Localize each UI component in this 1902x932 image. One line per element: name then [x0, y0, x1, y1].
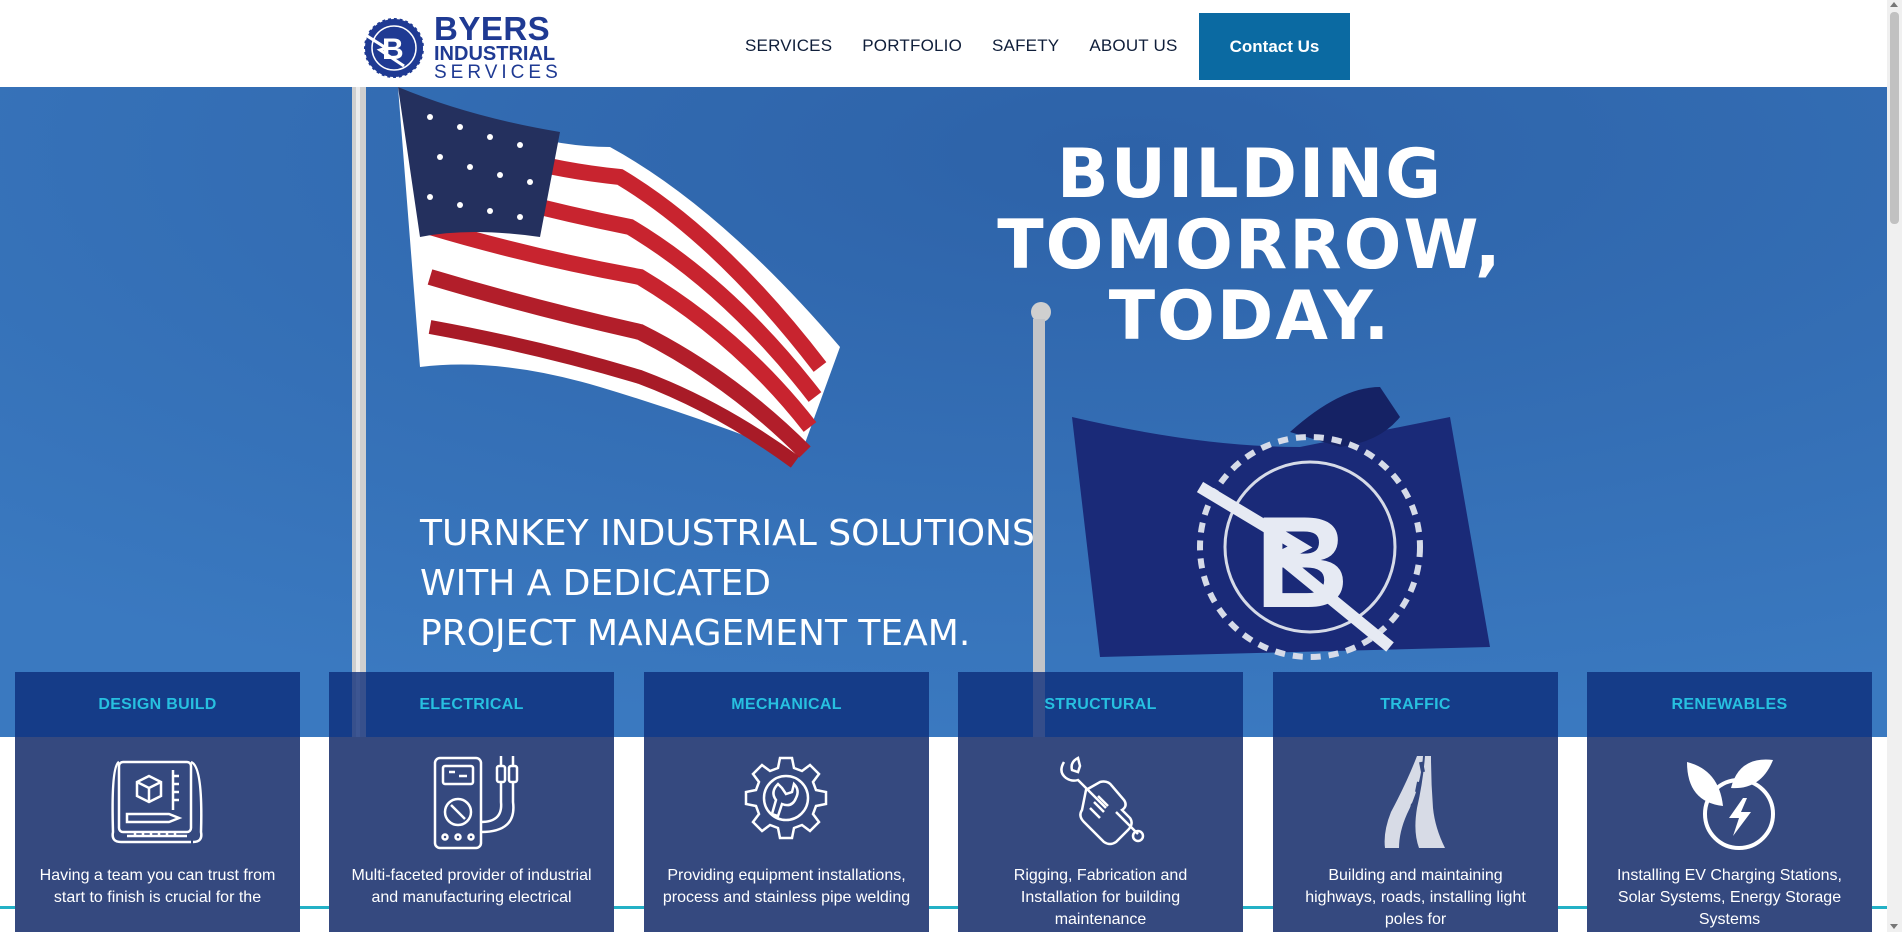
- service-card-title: TRAFFIC: [1273, 672, 1558, 737]
- brand-logo[interactable]: B BYERS INDUSTRIAL SERVICES: [360, 12, 562, 82]
- hand-wrench-icon: [1060, 756, 1145, 846]
- hero-headline: BUILDING TOMORROW, TODAY.: [990, 139, 1510, 352]
- service-card-traffic[interactable]: TRAFFIC Building and maintaining highway…: [1273, 672, 1558, 932]
- byers-logo-icon: B: [363, 17, 425, 79]
- brand-name-line1: BYERS: [434, 10, 551, 47]
- hero-sub-line2: WITH A DEDICATED: [420, 563, 772, 604]
- service-card-design-build[interactable]: DESIGN BUILD Having a team you can trust…: [15, 672, 300, 932]
- hero-headline-line1: BUILDING: [1056, 135, 1444, 214]
- service-card-renewables[interactable]: RENEWABLES Installing EV Charging Statio…: [1587, 672, 1872, 932]
- hero-headline-line3: TODAY.: [1108, 277, 1392, 356]
- brand-wordmark: BYERS INDUSTRIAL SERVICES: [434, 12, 562, 82]
- site-header: B BYERS INDUSTRIAL SERVICES SERVICES POR…: [0, 0, 1887, 87]
- hero-subheadline: TURNKEY INDUSTRIAL SOLUTIONS WITH A DEDI…: [420, 509, 1035, 659]
- gear-wrench-icon: [744, 756, 828, 840]
- scrollbar-thumb[interactable]: [1890, 12, 1899, 224]
- contact-us-button[interactable]: Contact Us: [1199, 13, 1350, 80]
- brand-name-line2: INDUSTRIAL: [434, 43, 556, 65]
- service-card-title: MECHANICAL: [644, 672, 929, 737]
- nav-about-us[interactable]: ABOUT US: [1089, 36, 1177, 56]
- service-card-mechanical[interactable]: MECHANICAL Providing equipment installat…: [644, 672, 929, 932]
- nav-services[interactable]: SERVICES: [745, 36, 832, 56]
- service-card-desc: Building and maintaining highways, roads…: [1305, 867, 1526, 928]
- service-card-electrical[interactable]: ELECTRICAL Multi-faceted provider of ind…: [329, 672, 614, 932]
- service-card-structural[interactable]: STRUCTURAL Rigging, Fabrication and Inst…: [958, 672, 1243, 932]
- brand-name-line3: SERVICES: [434, 62, 562, 83]
- scroll-up-arrow-icon[interactable]: [1890, 2, 1898, 7]
- road-icon: [1384, 756, 1445, 849]
- service-card-desc: Having a team you can trust from start t…: [39, 867, 276, 906]
- page-scrollbar[interactable]: [1887, 0, 1902, 932]
- service-card-title: DESIGN BUILD: [15, 672, 300, 737]
- hero-section: B BUILDING TOMORROW, TODAY. TURNKEY INDU…: [0, 87, 1887, 737]
- service-card-desc: Installing EV Charging Stations, Solar S…: [1616, 867, 1842, 928]
- service-card-desc: Rigging, Fabrication and Installation fo…: [1013, 867, 1188, 928]
- nav-portfolio[interactable]: PORTFOLIO: [862, 36, 962, 56]
- blueprint-icon: [111, 760, 203, 844]
- hero-headline-line2: TOMORROW,: [997, 206, 1503, 285]
- service-card-desc: Multi-faceted provider of industrial and…: [351, 867, 592, 906]
- service-card-title: STRUCTURAL: [958, 672, 1243, 737]
- svg-text:B: B: [1255, 489, 1349, 635]
- hero-sub-line3: PROJECT MANAGEMENT TEAM.: [420, 613, 971, 654]
- hero-sub-line1: TURNKEY INDUSTRIAL SOLUTIONS: [420, 513, 1035, 554]
- nav-safety[interactable]: SAFETY: [992, 36, 1059, 56]
- service-card-title: RENEWABLES: [1587, 672, 1872, 737]
- scroll-down-arrow-icon[interactable]: [1890, 924, 1898, 929]
- multimeter-icon: [433, 756, 519, 850]
- main-nav: SERVICES PORTFOLIO SAFETY ABOUT US: [745, 36, 1178, 56]
- service-card-desc: Providing equipment installations, proce…: [662, 867, 911, 906]
- service-card-title: ELECTRICAL: [329, 672, 614, 737]
- leaf-bolt-icon: [1687, 759, 1775, 850]
